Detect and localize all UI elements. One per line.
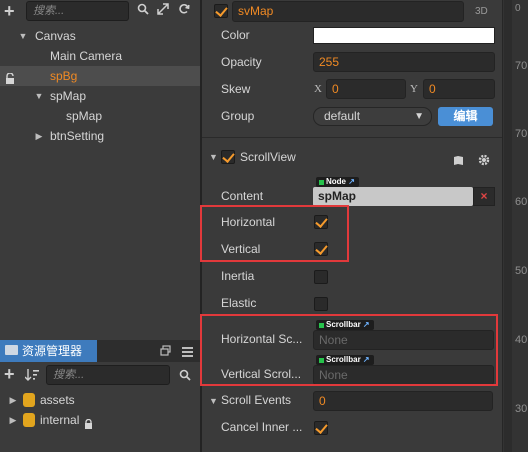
tree-item-spmap-parent[interactable]: ▼ spMap (0, 86, 200, 106)
group-select[interactable]: default ▼ (313, 107, 432, 126)
cancel-inner-events-label: Cancel Inner ... (221, 420, 303, 434)
node-active-checkbox[interactable] (214, 4, 228, 18)
asset-item-internal[interactable]: ▶ internal (0, 410, 200, 430)
skew-x-input[interactable]: 0 (326, 79, 406, 99)
assets-panel: 资源管理器 + 搜索... ▶ assets ▶ internal (0, 336, 200, 452)
cancel-inner-events-checkbox[interactable] (314, 421, 328, 435)
inspector-panel: svMap 3D Color Opacity 255 Skew X 0 Y 0 … (200, 0, 502, 452)
opacity-input[interactable]: 255 (313, 52, 495, 72)
tree-item-label: spMap (50, 89, 87, 103)
sort-icon[interactable] (24, 369, 39, 384)
highlight-box-scrollbars (200, 314, 498, 386)
ruler-tick-label: 40 (515, 334, 528, 346)
content-type-badge: Node ↗ (316, 177, 359, 187)
skew-y-input[interactable]: 0 (423, 79, 495, 99)
expand-arrow-icon[interactable]: ▶ (34, 126, 44, 146)
gear-icon[interactable] (478, 151, 490, 173)
tree-item-canvas[interactable]: ▼ Canvas (0, 26, 200, 46)
collapse-arrow-icon[interactable]: ▼ (18, 26, 28, 46)
collapse-arrow-icon[interactable]: ▼ (34, 86, 44, 106)
ruler-tick-label: 70 (515, 60, 528, 72)
database-icon (23, 393, 35, 407)
scroll-events-count-input[interactable]: 0 (313, 391, 493, 411)
tree-item-label: spMap (66, 109, 103, 123)
mode-3d-toggle[interactable]: 3D (475, 6, 488, 17)
ruler-tick-label: 60 (515, 196, 528, 208)
asset-item-label: assets (40, 393, 75, 407)
hierarchy-search-input[interactable]: 搜索... (26, 1, 129, 21)
inertia-label: Inertia (221, 269, 255, 283)
section-divider (202, 137, 502, 138)
menu-icon[interactable] (182, 346, 193, 360)
refresh-icon[interactable] (177, 3, 191, 17)
folder-icon (5, 345, 18, 355)
content-node-field[interactable]: spMap (313, 187, 473, 206)
color-label: Color (221, 28, 250, 42)
collapse-arrow-icon[interactable]: ▼ (209, 146, 218, 168)
asset-search-input[interactable]: 搜索... (46, 365, 170, 385)
tree-item-label: Main Camera (50, 49, 123, 63)
skew-y-label: Y (410, 83, 418, 95)
scene-view-strip[interactable]: 70 70 60 50 40 30 0 (502, 0, 528, 452)
edit-group-button[interactable]: 编辑 (438, 107, 493, 126)
maximize-icon[interactable] (160, 345, 171, 359)
lock-icon (84, 415, 93, 435)
add-asset-icon[interactable]: + (4, 365, 20, 383)
external-link-icon[interactable]: ↗ (348, 177, 355, 186)
tree-item-label: Canvas (35, 29, 76, 43)
search-icon[interactable] (179, 369, 191, 384)
content-label: Content (221, 189, 264, 203)
group-select-value: default (324, 109, 361, 123)
tree-item-btnsetting[interactable]: ▶ btnSetting (0, 126, 200, 146)
hierarchy-toolbar: + 搜索... (0, 0, 200, 24)
hierarchy-panel: + 搜索... ▼ Canvas Main Camera spBg ▼ spMa… (0, 0, 200, 336)
ruler-tick-label: 30 (515, 403, 528, 415)
elastic-checkbox[interactable] (314, 297, 328, 311)
clear-content-button[interactable]: × (473, 187, 495, 206)
inertia-checkbox[interactable] (314, 270, 328, 284)
tab-label: 资源管理器 (22, 344, 83, 358)
add-node-icon[interactable]: + (4, 2, 20, 20)
node-name-field[interactable]: svMap (232, 1, 464, 22)
inspector-scrollbar[interactable] (504, 0, 512, 452)
ruler-tick-label: 50 (515, 265, 528, 277)
assets-tabbar: 资源管理器 (0, 340, 200, 362)
color-swatch[interactable] (313, 27, 495, 44)
search-icon[interactable] (136, 3, 150, 17)
tab-asset-manager[interactable]: 资源管理器 (0, 340, 97, 362)
skew-label: Skew (221, 82, 251, 96)
asset-item-assets[interactable]: ▶ assets (0, 390, 200, 410)
tree-item-spbg[interactable]: spBg (0, 66, 200, 86)
expand-arrow-icon[interactable]: ▶ (8, 410, 18, 430)
highlight-box-direction (200, 205, 349, 262)
expand-icon[interactable] (156, 3, 170, 17)
tree-item-main-camera[interactable]: Main Camera (0, 46, 200, 66)
scroll-events-label: Scroll Events (221, 393, 292, 407)
badge-text: Node (326, 177, 346, 186)
expand-arrow-icon[interactable]: ▶ (8, 390, 18, 410)
tree-item-label: btnSetting (50, 129, 105, 143)
scrollview-title: ScrollView (240, 150, 296, 164)
ruler-corner-mark: 0 (515, 3, 521, 14)
asset-item-label: internal (40, 413, 80, 427)
scrollview-enabled-checkbox[interactable] (221, 150, 235, 164)
opacity-label: Opacity (221, 55, 262, 69)
tree-item-label: spBg (50, 69, 78, 83)
ruler-tick-label: 70 (515, 128, 528, 140)
skew-x-label: X (314, 83, 322, 95)
collapse-arrow-icon[interactable]: ▼ (209, 396, 218, 406)
elastic-label: Elastic (221, 296, 257, 310)
node-name-text: svMap (238, 4, 274, 18)
scrollview-section-header[interactable]: ▼ ScrollView (202, 146, 502, 168)
tree-item-spmap-child[interactable]: spMap (0, 106, 200, 126)
database-icon (23, 413, 35, 427)
chevron-down-icon: ▼ (414, 111, 424, 122)
group-label: Group (221, 109, 255, 123)
help-book-icon[interactable] (453, 151, 464, 173)
